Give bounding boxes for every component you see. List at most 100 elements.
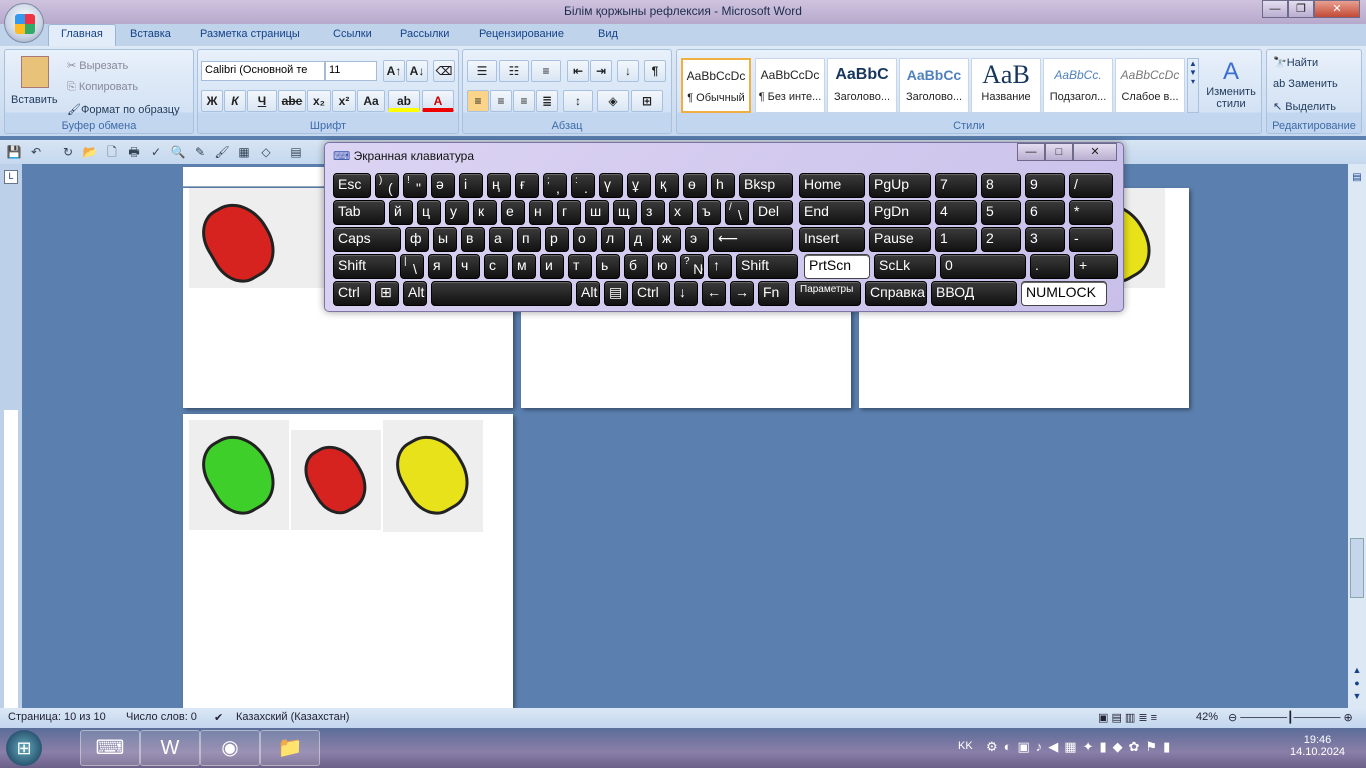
key-6[interactable]: 6 [1025,200,1065,225]
key-9[interactable]: 9 [1025,173,1065,198]
key-2[interactable]: 2 [981,227,1021,252]
change-styles-button[interactable]: A Изменить стили [1205,58,1257,110]
key-7[interactable]: 7 [935,173,977,198]
font-color-icon[interactable]: A [422,90,454,112]
start-button[interactable]: ⊞ [6,730,42,766]
key-↑[interactable]: ↑ [708,254,732,279]
key-,[interactable]: ;, [543,173,567,198]
spelling-icon[interactable]: ✓ [148,144,164,160]
style-heading-1[interactable]: AaBbC Заголово... [827,58,897,113]
key-Shift[interactable]: Shift [333,254,396,279]
vertical-scrollbar[interactable]: ▤ ▲ ● ▼ [1348,164,1366,708]
key-м[interactable]: м [512,254,536,279]
numbering-icon[interactable]: ☷ [499,60,529,82]
sort-icon[interactable]: ↓ [617,60,639,82]
zoom-slider[interactable]: ⊖ ──────┃────── ⊕ [1228,711,1353,724]
key-Ctrl[interactable]: Ctrl [632,281,670,306]
key-NUMLOCK[interactable]: NUMLOCK [1021,281,1107,306]
new-document-icon[interactable]: 🗋 [104,144,120,160]
replace-button[interactable]: ab Заменить [1273,78,1338,90]
print-preview-icon[interactable]: 🔍 [170,144,186,160]
change-case-button[interactable]: Aa [357,90,385,112]
increase-indent-icon[interactable]: ⇥ [590,60,612,82]
osk-minimize-button[interactable]: — [1017,143,1045,161]
key-ц[interactable]: ц [417,200,441,225]
key-ғ[interactable]: ғ [515,173,539,198]
paste-button[interactable]: Вставить [11,94,58,106]
key-р[interactable]: р [545,227,569,252]
redo-icon[interactable]: ↻ [60,144,76,160]
input-language[interactable]: KK [958,740,973,752]
view-buttons[interactable]: ▣ ▤ ▥ ≣ ≡ [1098,711,1157,724]
key-"[interactable]: ! " [403,173,427,198]
key-№[interactable]: ?№ [680,254,704,279]
taskbar-explorer-icon[interactable]: 📁 [260,730,320,766]
key-8[interactable]: 8 [981,173,1021,198]
underline-button[interactable]: Ч [247,90,277,112]
key-↓[interactable]: ↓ [674,281,698,306]
clear-format-icon[interactable]: ⌫ [433,60,455,82]
key-PgUp[interactable]: PgUp [869,173,931,198]
key-ВВОД[interactable]: ВВОД [931,281,1017,306]
key-й[interactable]: й [389,200,413,225]
style-normal[interactable]: AaBbCcDc ¶ Обычный [681,58,751,113]
decrease-indent-icon[interactable]: ⇤ [567,60,589,82]
align-right-icon[interactable]: ≡ [513,90,535,112]
key-і[interactable]: і [459,173,483,198]
key-г[interactable]: г [557,200,581,225]
tab-review[interactable]: Рецензирование [479,28,564,40]
key-Caps[interactable]: Caps [333,227,401,252]
key-т[interactable]: т [568,254,592,279]
office-button[interactable] [4,3,44,43]
key-/[interactable]: / [1069,173,1113,198]
key-Home[interactable]: Home [799,173,865,198]
key-ү[interactable]: ү [599,173,623,198]
key-ң[interactable]: ң [487,173,511,198]
key-.[interactable]: :. [571,173,595,198]
key-и[interactable]: и [540,254,564,279]
shading-icon[interactable]: ◈ [597,90,629,112]
superscript-button[interactable]: x² [332,90,356,112]
highlight-icon[interactable]: ab [388,90,420,112]
key-0[interactable]: 0 [940,254,1026,279]
key-←[interactable]: ← [702,281,726,306]
insert-table-icon[interactable]: ▦ [236,144,252,160]
tab-references[interactable]: Ссылки [333,28,372,40]
key-я[interactable]: я [428,254,452,279]
key-ы[interactable]: ы [433,227,457,252]
clock[interactable]: 19:46 14.10.2024 [1290,734,1345,758]
key-е[interactable]: е [501,200,525,225]
key-ю[interactable]: ю [652,254,676,279]
taskbar-osk-icon[interactable]: ⌨ [80,730,140,766]
page-count[interactable]: Страница: 10 из 10 [8,711,106,723]
key-\[interactable]: / \ [725,200,749,225]
key-к[interactable]: к [473,200,497,225]
shapes-icon[interactable]: ◇ [258,144,274,160]
key-PgDn[interactable]: PgDn [869,200,931,225]
key-ш[interactable]: ш [585,200,609,225]
copy-button[interactable]: ⎘ Копировать [67,81,138,94]
key-1[interactable]: 1 [935,227,977,252]
style-subtle-emphasis[interactable]: AaBbCcDc Слабое в... [1115,58,1185,113]
key-ъ[interactable]: ъ [697,200,721,225]
tab-mailings[interactable]: Рассылки [400,28,449,40]
key-Alt[interactable]: Alt [403,281,427,306]
cut-button[interactable]: ✂ Вырезать [67,59,128,72]
print-icon[interactable]: 🖶 [126,144,142,160]
style-subtitle[interactable]: AaBbCc. Подзагол... [1043,58,1113,113]
select-button[interactable]: ↖ Выделить [1273,100,1336,113]
undo-icon[interactable]: ↶ [28,144,44,160]
key-л[interactable]: л [601,227,625,252]
key-5[interactable]: 5 [981,200,1021,225]
key-Ctrl[interactable]: Ctrl [333,281,371,306]
taskbar-chrome-icon[interactable]: ◉ [200,730,260,766]
key-Alt[interactable]: Alt [576,281,600,306]
key-Del[interactable]: Del [753,200,793,225]
key-ә[interactable]: ә [431,173,455,198]
key-3[interactable]: 3 [1025,227,1065,252]
key-н[interactable]: н [529,200,553,225]
styles-scroll[interactable]: ▲ ▼ ▾ [1187,58,1199,113]
show-marks-button[interactable]: ¶ [644,60,666,82]
find-button[interactable]: 🔭Найти [1273,56,1318,69]
scroll-thumb[interactable] [1350,538,1364,598]
